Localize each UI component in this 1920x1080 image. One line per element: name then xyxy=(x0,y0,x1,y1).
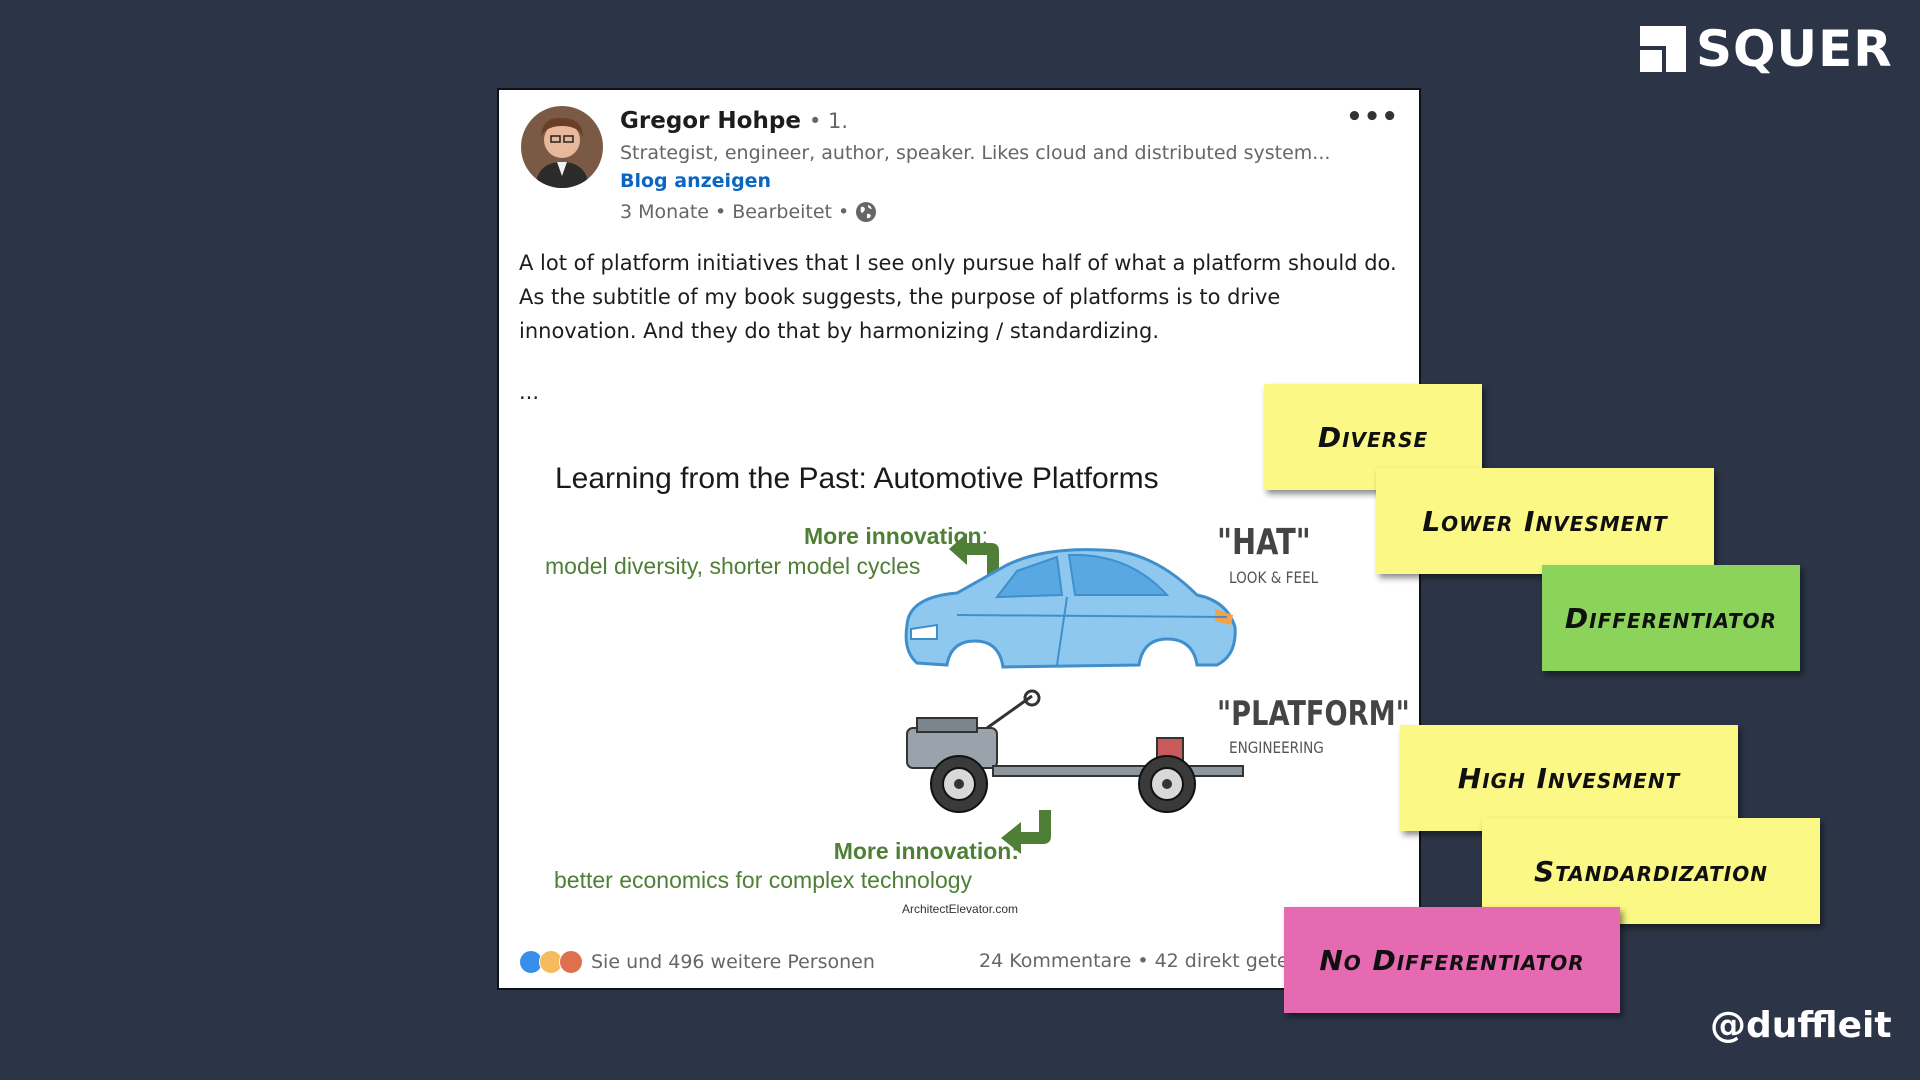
post-edited: Bearbeitet xyxy=(732,201,832,223)
love-reaction-icon xyxy=(559,950,583,974)
twitter-handle: @duffleit xyxy=(1710,1005,1892,1046)
comments-count[interactable]: 24 Kommentare • 42 direkt gete xyxy=(979,950,1289,972)
post-meta: 3 Monate • Bearbeitet • xyxy=(620,201,877,223)
globe-icon xyxy=(856,202,877,222)
platform-title: "PLATFORM" xyxy=(1217,694,1410,734)
hat-subtitle: LOOK & FEEL xyxy=(1229,568,1319,587)
linkedin-post: Gregor Hohpe • 1. Strategist, engineer, … xyxy=(497,88,1421,990)
hat-title: "HAT" xyxy=(1217,522,1311,563)
author-name[interactable]: Gregor Hohpe • 1. xyxy=(620,108,848,134)
bottom-innovation-heading: More innovation: xyxy=(833,838,1019,864)
image-credit: ArchitectElevator.com xyxy=(902,902,1019,916)
sticky-label: Differentiator xyxy=(1564,601,1778,635)
platform-subtitle: ENGINEERING xyxy=(1229,738,1324,757)
connection-degree: • 1. xyxy=(808,109,849,133)
car-chassis-icon xyxy=(906,689,1244,813)
car-body-icon xyxy=(904,548,1237,669)
squer-logo: SQUER xyxy=(1640,24,1893,74)
post-text: A lot of platform initiatives that I see… xyxy=(519,251,1397,343)
post-footer: Sie und 496 weitere Personen 24 Kommenta… xyxy=(519,950,1409,980)
sticky-label: Standardization xyxy=(1534,854,1768,888)
bottom-innovation-text: better economics for complex technology xyxy=(554,867,973,893)
sticky-label: High Invesment xyxy=(1457,761,1681,795)
avatar[interactable] xyxy=(521,106,603,188)
post-time: 3 Monate xyxy=(620,201,709,223)
meta-separator-2: • xyxy=(838,201,850,223)
logo-text: SQUER xyxy=(1696,20,1893,78)
avatar-photo-icon xyxy=(521,106,603,188)
reactions-count: Sie und 496 weitere Personen xyxy=(591,951,875,973)
sticky-no-differentiator: No Differentiator xyxy=(1284,907,1620,1013)
see-more-ellipsis[interactable]: ... xyxy=(519,380,539,404)
sticky-label: Diverse xyxy=(1317,420,1429,454)
squer-logo-icon xyxy=(1640,26,1686,72)
sticky-differentiator: Differentiator xyxy=(1542,565,1800,671)
meta-separator: • xyxy=(714,201,727,223)
post-image[interactable]: Learning from the Past: Automotive Platf… xyxy=(517,450,1410,988)
sticky-label: No Differentiator xyxy=(1319,943,1585,977)
top-innovation-text: model diversity, shorter model cycles xyxy=(545,553,921,579)
more-horizontal-icon[interactable]: ••• xyxy=(1346,102,1399,132)
blog-link[interactable]: Blog anzeigen xyxy=(620,170,771,192)
author-name-text: Gregor Hohpe xyxy=(620,108,801,134)
author-headline: Strategist, engineer, author, speaker. L… xyxy=(620,142,1331,164)
sticky-label: Lower Invesment xyxy=(1422,504,1668,538)
sticky-high-invesment: High Invesment xyxy=(1400,725,1738,831)
reactions[interactable]: Sie und 496 weitere Personen xyxy=(519,950,875,974)
sticky-lower-invesment: Lower Invesment xyxy=(1376,468,1714,574)
slide-title: Learning from the Past: Automotive Platf… xyxy=(555,462,1159,495)
